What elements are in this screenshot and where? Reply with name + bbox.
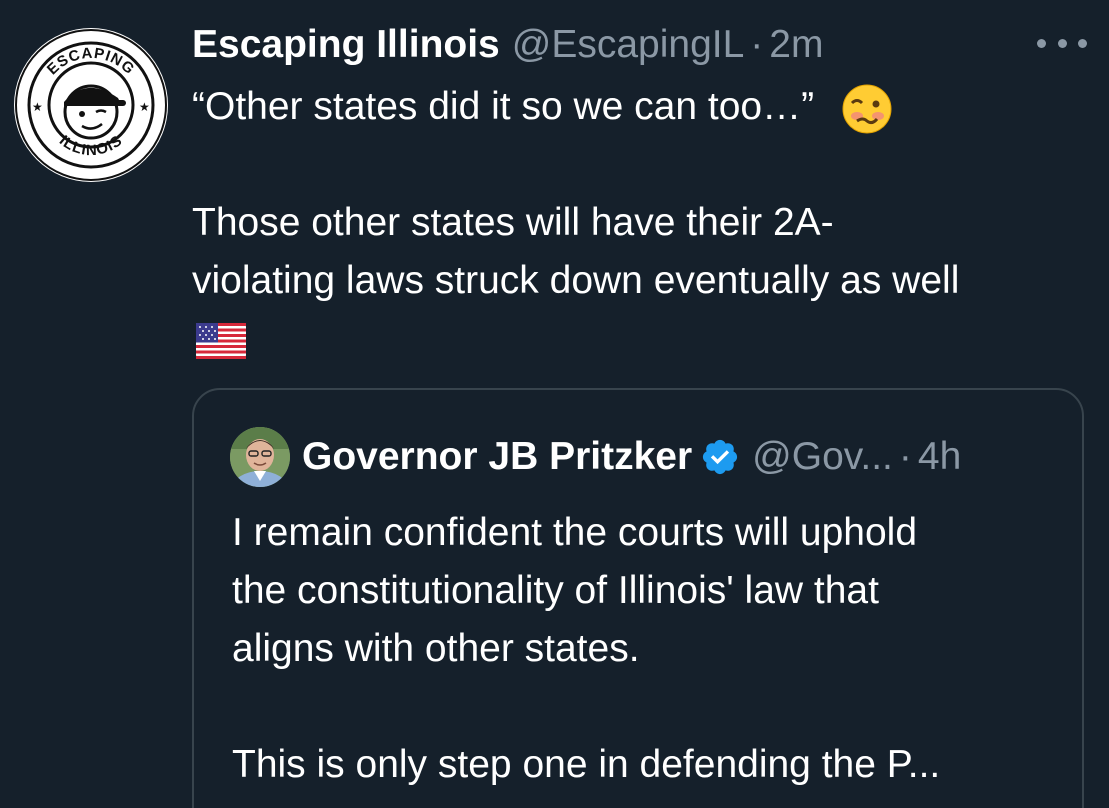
- woozy-face-icon: [842, 84, 892, 134]
- more-dot: [1037, 38, 1046, 48]
- quoted-timestamp[interactable]: 4h: [918, 432, 961, 482]
- tweet-text-line: violating laws struck down eventually as…: [192, 259, 960, 302]
- svg-text:★: ★: [139, 100, 150, 114]
- us-flag-icon: [196, 322, 246, 359]
- pritzker-avatar[interactable]: [230, 427, 290, 487]
- quoted-display-name[interactable]: Governor JB Pritzker: [302, 432, 692, 482]
- user-handle[interactable]: @EscapingIL: [512, 20, 745, 70]
- tweet-text: “Other states did it so we can too…” Tho…: [192, 78, 1092, 368]
- quoted-tweet-text: I remain confident the courts will uphol…: [232, 504, 1072, 794]
- tweet-text-line: [192, 310, 1092, 368]
- separator-dot: ·: [750, 23, 764, 66]
- svg-text:★: ★: [32, 100, 43, 114]
- quoted-user-handle[interactable]: @Gov...: [752, 432, 893, 482]
- verified-badge-icon: [703, 439, 738, 475]
- tweet-header: Escaping Illinois @EscapingIL · 2m: [192, 20, 823, 70]
- quoted-tweet-header: Governor JB Pritzker @Gov... · 4h: [302, 432, 961, 482]
- escaping-illinois-avatar[interactable]: ESCAPING ILLINOIS ★ ★: [14, 28, 168, 182]
- separator-dot: ·: [898, 435, 912, 478]
- display-name[interactable]: Escaping Illinois: [192, 20, 500, 70]
- tweet-text-line: Those other states will have their 2A-: [192, 201, 834, 244]
- profile-photo-icon: [230, 427, 290, 487]
- timestamp[interactable]: 2m: [769, 20, 823, 70]
- quoted-text-line: I remain confident the courts will uphol…: [232, 511, 918, 554]
- escaping-illinois-logo-icon: ESCAPING ILLINOIS ★ ★: [15, 29, 167, 181]
- quoted-tweet[interactable]: Governor JB Pritzker @Gov... · 4h I rema…: [192, 388, 1084, 808]
- more-options-icon[interactable]: [1037, 28, 1087, 58]
- tweet[interactable]: ESCAPING ILLINOIS ★ ★ Escaping Illinois …: [0, 0, 1109, 808]
- tweet-text-line: “Other states did it so we can too…”: [192, 78, 1092, 136]
- more-dot: [1057, 38, 1067, 48]
- more-dot: [1078, 38, 1087, 48]
- quoted-text-line: This is only step one in defending the P…: [232, 743, 941, 786]
- quoted-text-line: the constitutionality of Illinois' law t…: [232, 569, 879, 612]
- quoted-text-line: aligns with other states.: [232, 627, 640, 670]
